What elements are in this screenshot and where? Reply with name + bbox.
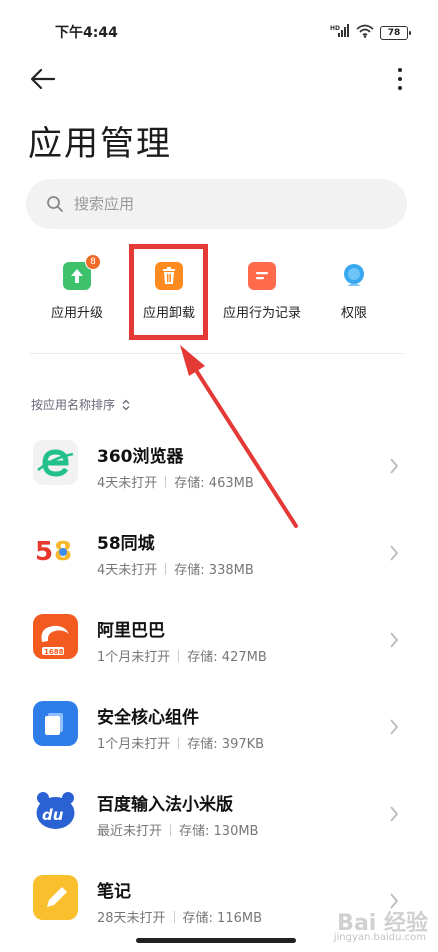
back-arrow-icon	[30, 68, 56, 90]
battery-icon: 78	[380, 25, 411, 40]
watermark-url: jingyan.baidu.com	[333, 932, 426, 943]
security-component-icon	[33, 701, 78, 746]
tool-app-upgrade[interactable]: 8 应用升级	[27, 248, 127, 321]
permission-icon	[340, 262, 368, 290]
app-storage: 存储: 130MB	[179, 824, 259, 839]
tool-label: 权限	[340, 306, 367, 321]
app-usage: 1个月未打开	[97, 737, 171, 752]
app-meta: 1个月未打开 存储: 427MB	[97, 646, 267, 665]
app-list: 360浏览器 4天未打开存储: 463MB 5 8 58同城 4天未打开存储: …	[0, 422, 438, 944]
search-input[interactable]	[74, 195, 354, 213]
tool-row: 8 应用升级 应用卸载 应用行为记录 权限	[0, 248, 438, 328]
chevron-right-icon	[390, 458, 399, 474]
app-storage: 存储: 116MB	[182, 911, 263, 926]
app-storage: 存储: 338MB	[174, 563, 254, 578]
svg-text:HD: HD	[330, 25, 340, 32]
browser-360-icon	[33, 440, 78, 485]
app-storage: 存储: 397KB	[187, 737, 265, 752]
app-meta: 28天未打开 存储: 116MB	[97, 907, 262, 926]
status-icons: HD 78	[330, 23, 411, 42]
status-bar: 下午4:44 HD 78	[0, 0, 438, 62]
app-row[interactable]: 安全核心组件 1个月未打开 存储: 397KB	[0, 683, 438, 770]
app-name: 百度输入法小米版	[97, 795, 233, 815]
sort-toggle[interactable]: 按应用名称排序	[31, 396, 131, 413]
signal-icon: HD	[330, 23, 350, 42]
uninstall-highlight-box	[129, 244, 208, 340]
app-name: 58同城	[97, 534, 155, 554]
divider	[30, 353, 403, 354]
app-row[interactable]: 1688 阿里巴巴 1个月未打开 存储: 427MB	[0, 596, 438, 683]
sort-label: 按应用名称排序	[31, 398, 116, 412]
app-row[interactable]: du 百度输入法小米版 最近未打开 存储: 130MB	[0, 770, 438, 857]
record-icon	[248, 262, 276, 290]
app-storage: 存储: 427MB	[187, 650, 267, 665]
sort-chevron-icon	[122, 399, 130, 410]
app-meta: 1个月未打开 存储: 397KB	[97, 733, 264, 752]
back-button[interactable]	[28, 64, 58, 94]
app-name: 360浏览器	[97, 447, 184, 467]
app-name: 笔记	[97, 882, 131, 902]
chevron-right-icon	[390, 806, 399, 822]
status-time: 下午4:44	[55, 25, 118, 41]
app-row[interactable]: 360浏览器 4天未打开 存储: 463MB	[0, 422, 438, 509]
app-meta: 4天未打开 存储: 463MB	[97, 472, 254, 491]
tool-label: 应用升级	[50, 306, 103, 321]
app-usage: 最近未打开	[97, 824, 163, 839]
tool-permissions[interactable]: 权限	[304, 248, 404, 321]
notes-icon	[33, 875, 78, 920]
app-name: 安全核心组件	[97, 708, 199, 728]
svg-text:du: du	[42, 806, 64, 824]
page-title: 应用管理	[28, 124, 172, 164]
alibaba-icon: 1688	[33, 614, 78, 659]
svg-text:5: 5	[35, 537, 53, 567]
app-usage: 4天未打开	[97, 563, 158, 578]
app-name: 阿里巴巴	[97, 621, 165, 641]
app-storage: 存储: 463MB	[174, 476, 254, 491]
app-row[interactable]: 5 8 58同城 4天未打开 存储: 338MB	[0, 509, 438, 596]
app-58-icon: 5 8	[33, 527, 78, 572]
search-bar[interactable]	[26, 179, 407, 229]
search-icon	[47, 196, 63, 212]
tool-label: 应用行为记录	[222, 306, 301, 321]
more-options-button[interactable]	[392, 65, 408, 93]
svg-text:1688: 1688	[44, 648, 64, 656]
chevron-right-icon	[390, 632, 399, 648]
app-usage: 4天未打开	[97, 476, 158, 491]
update-count-badge: 8	[85, 254, 101, 270]
more-dots-icon	[398, 68, 402, 72]
wifi-icon	[356, 23, 374, 42]
baidu-input-icon: du	[33, 788, 78, 833]
tool-app-behavior-record[interactable]: 应用行为记录	[212, 248, 312, 321]
upgrade-icon: 8	[63, 254, 101, 290]
app-usage: 28天未打开	[97, 911, 166, 926]
app-meta: 4天未打开 存储: 338MB	[97, 559, 254, 578]
app-usage: 1个月未打开	[97, 650, 171, 665]
home-indicator[interactable]	[136, 938, 296, 943]
chevron-right-icon	[390, 545, 399, 561]
app-meta: 最近未打开 存储: 130MB	[97, 820, 258, 839]
chevron-right-icon	[390, 719, 399, 735]
